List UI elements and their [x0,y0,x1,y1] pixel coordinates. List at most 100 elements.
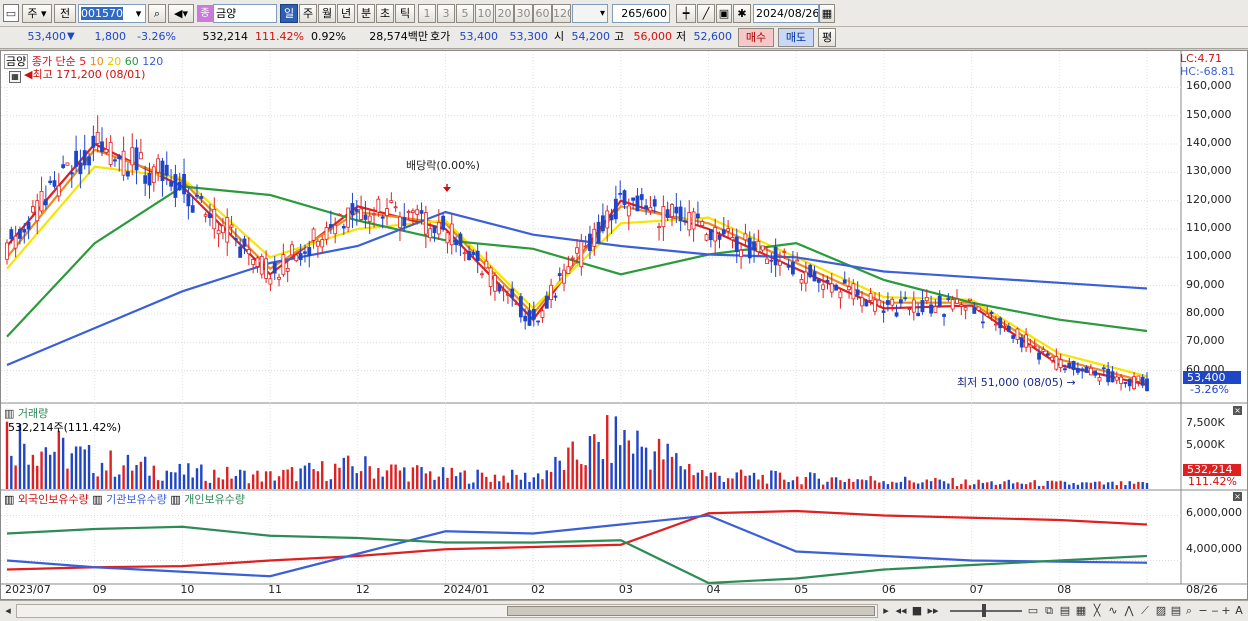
volume-bar [61,437,65,489]
speaker-icon[interactable]: ◀▾ [168,4,194,23]
interval-60-button[interactable]: 60 [533,4,552,23]
print-tool-icon[interactable]: ▤ [1170,602,1182,620]
table-toggle-icon[interactable]: ▦ [9,71,21,83]
save-icon[interactable]: ▣ [716,4,732,23]
scroll-track[interactable] [16,604,878,618]
period-month-button[interactable]: 월 [318,4,336,23]
candle-body [52,180,57,187]
grid-tool-icon[interactable]: ▦ [1074,602,1088,620]
period-week-button[interactable]: 주 [299,4,317,23]
interval-120-button[interactable]: 120 [552,4,571,23]
stock-name-field[interactable]: 금양 [213,4,277,23]
candle-body [743,233,748,241]
candle-body [920,300,925,313]
volume-bar [580,464,583,489]
volume-bar [549,471,553,489]
font-size-icon[interactable]: A [1233,602,1245,620]
candle-body [264,258,268,279]
interval-3-button[interactable]: 3 [437,4,455,23]
interval-custom-select[interactable]: ▾ [572,4,608,23]
candle-body [855,289,860,296]
candle-body [1084,366,1089,373]
cross-tool-icon[interactable]: ╳ [1090,602,1104,620]
interval-5-button[interactable]: 5 [456,4,474,23]
mountain-tool-icon[interactable]: ⋀ [1122,602,1136,620]
copy-tool-icon[interactable]: ⧉ [1042,602,1056,620]
scroll-thumb[interactable] [507,606,875,616]
zoom-slider[interactable] [950,610,1022,612]
retail-holding-legend[interactable]: 개인보유수량 [184,493,245,506]
candle-body [242,238,247,247]
chart-area[interactable] [0,50,1248,600]
volume-close-icon[interactable]: × [1233,406,1242,415]
chart-canvas[interactable] [1,51,1247,599]
ruler-tool-icon[interactable]: ⟋ [1138,602,1152,620]
volume-bar [1046,480,1049,489]
period-year-button[interactable]: 년 [337,4,355,23]
holding-close-icon[interactable]: × [1233,492,1242,501]
volume-bar [1020,483,1023,489]
trend-tool-icon[interactable]: ∿ [1106,602,1120,620]
image-tool-icon[interactable]: ▨ [1154,602,1168,620]
zoom-out-icon[interactable]: − [1197,602,1209,620]
interval-30-button[interactable]: 30 [514,4,533,23]
inst-holding-legend[interactable]: 기관보유수량 [106,493,167,506]
candle-body [726,228,731,232]
layout-tool-icon[interactable]: ▤ [1058,602,1072,620]
foreign-holding-legend[interactable]: 외국인보유수량 [18,493,89,506]
candle-body [557,273,562,277]
stock-class-badge: 종 [197,5,213,22]
candle-body [87,156,91,166]
line-tool-icon[interactable]: ╱ [697,4,715,23]
volume-bar [821,484,825,489]
screen-icon[interactable]: ▭ [3,4,19,22]
scroll-left-icon[interactable]: ◂ [2,602,14,620]
price-y-tick: 70,000 [1186,334,1225,348]
data-count-field[interactable]: 265/600 [612,4,670,23]
candle-body [354,208,359,212]
candle-body [195,194,199,197]
window-tool-icon[interactable]: ▭ [1026,602,1040,620]
candle-type-icon[interactable]: ┿ [676,4,696,23]
candle-body [1054,356,1059,370]
prev-mode-button[interactable]: 전 [54,4,76,23]
settings-gear-icon[interactable]: ✱ [733,4,751,23]
fast-forward-icon[interactable]: ▸▸ [926,602,940,620]
volume-bar [964,479,967,489]
volume-bar [817,478,821,489]
zoom-in-icon[interactable]: + [1220,602,1232,620]
period-day-button[interactable]: 일 [280,4,298,23]
interval-1-button[interactable]: 1 [418,4,436,23]
candle-body [575,247,579,254]
avg-price-button[interactable]: 평 [818,28,836,47]
volume-bar [977,479,980,489]
scroll-right-icon[interactable]: ▸ [880,602,892,620]
calendar-icon[interactable]: ▦ [819,4,835,23]
candle-body [570,257,575,260]
buy-button[interactable]: 매수 [738,28,774,47]
volume-bar [295,481,298,489]
volume-bar [679,466,682,489]
volume-bar [1128,481,1131,489]
volume-bar [597,441,600,489]
period-tick-button[interactable]: 틱 [395,4,415,23]
stock-code-value: 001570 [81,7,123,20]
volume-bar [1085,482,1088,489]
interval-20-button[interactable]: 20 [495,4,514,23]
rewind-icon[interactable]: ◂◂ [894,602,908,620]
candle-body [993,323,998,326]
magnify-icon[interactable]: ⌕ [1183,602,1195,620]
stock-type-select[interactable]: 주 ▾ [22,4,52,23]
zoom-slider-handle[interactable] [982,604,986,617]
period-second-button[interactable]: 초 [376,4,394,23]
code-dropdown-icon[interactable]: ▾ [131,5,146,22]
volume-bar [187,463,190,489]
period-minute-button[interactable]: 분 [357,4,375,23]
volume-bar [955,486,959,489]
interval-10-button[interactable]: 10 [475,4,494,23]
sell-button[interactable]: 매도 [778,28,814,47]
search-icon[interactable]: ⌕ [148,4,166,23]
date-field[interactable]: 2024/08/26 [753,4,819,23]
candle-body [497,284,502,292]
stop-icon[interactable]: ■ [910,602,924,620]
